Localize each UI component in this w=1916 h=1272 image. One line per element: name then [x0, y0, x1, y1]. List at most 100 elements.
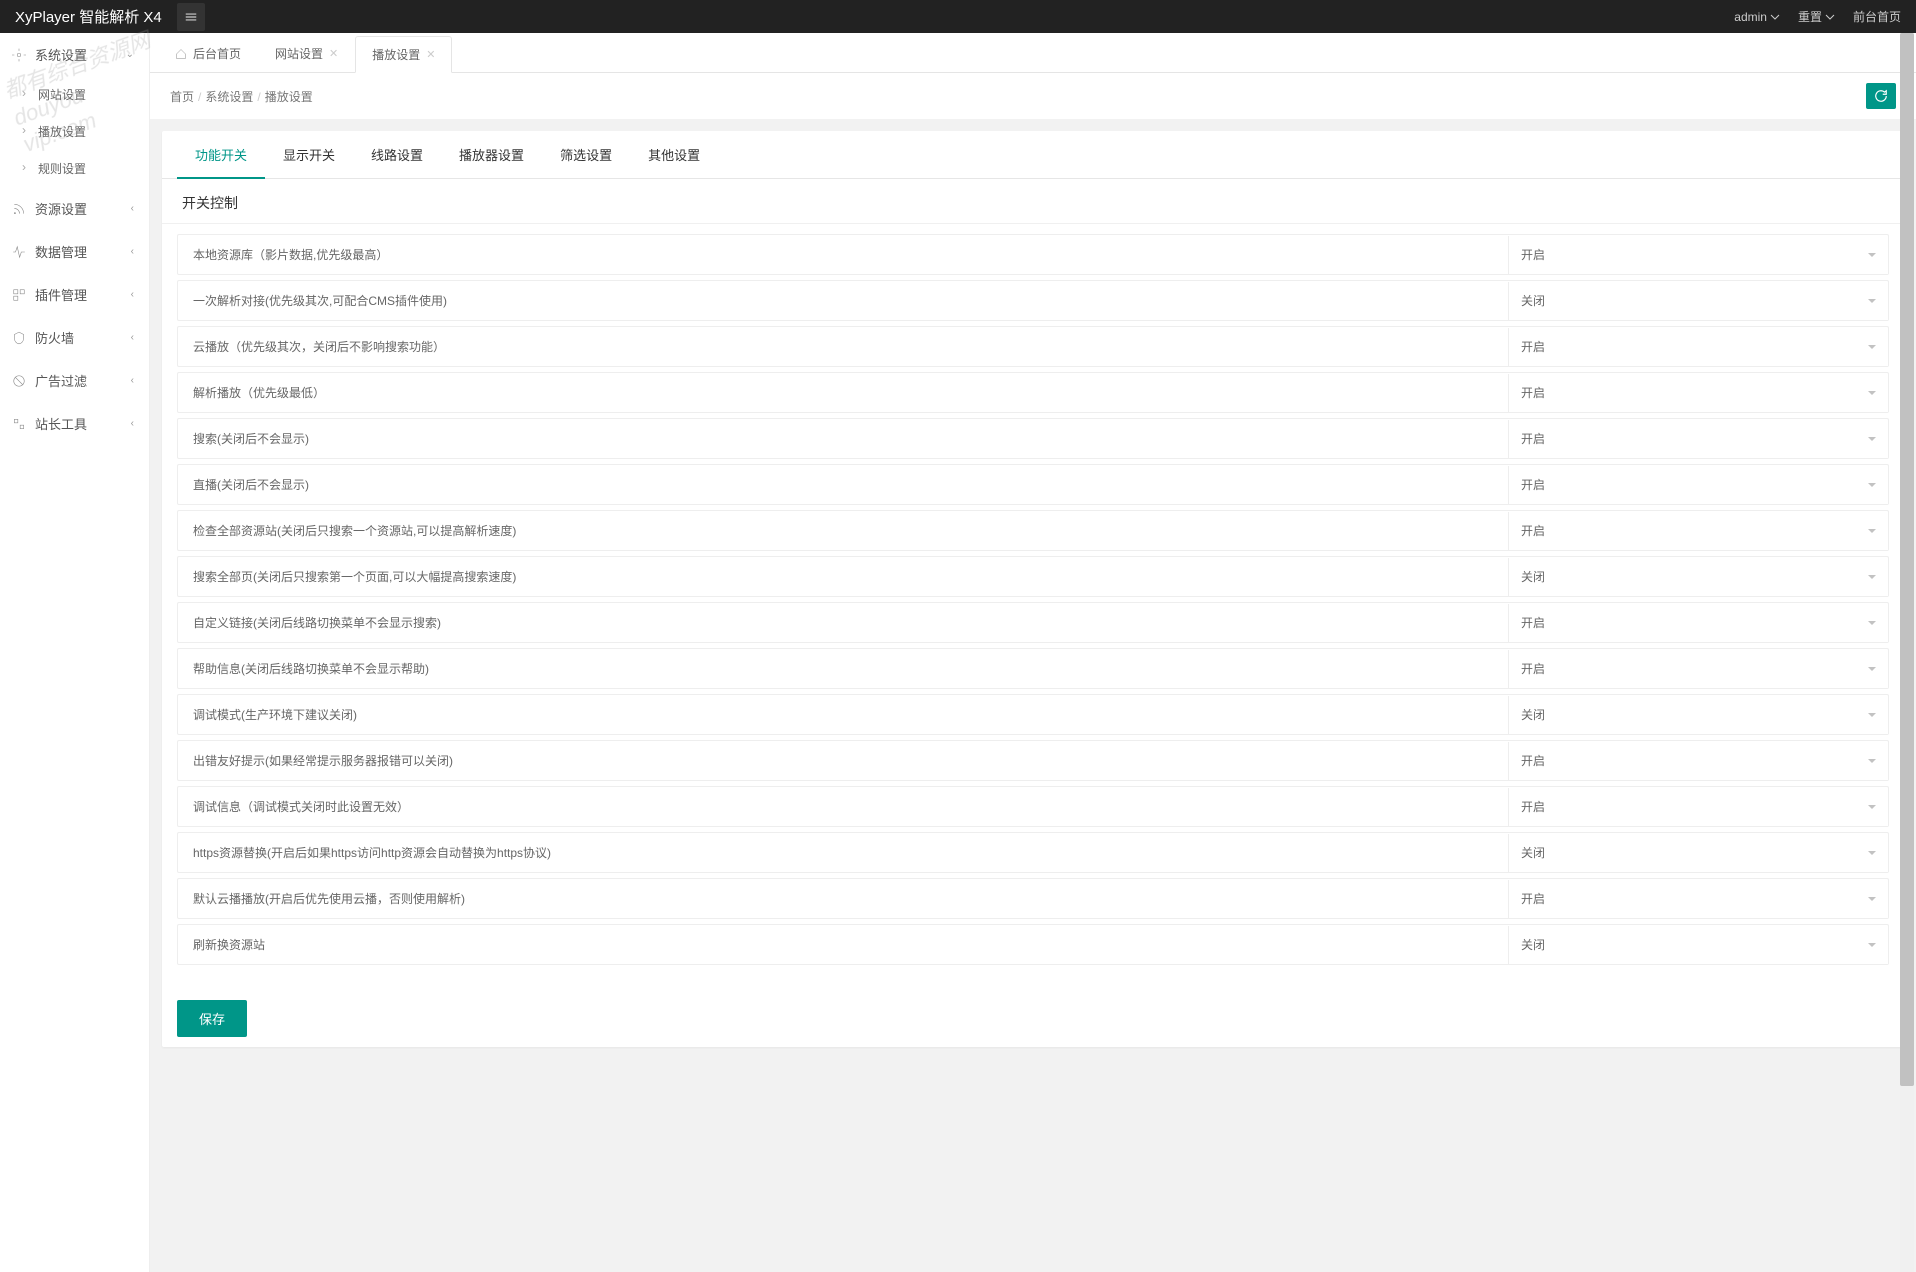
inner-tab-switch[interactable]: 功能开关	[177, 131, 265, 178]
settings-card: 功能开关 显示开关 线路设置 播放器设置 筛选设置 其他设置 开关控制 本地资源…	[162, 131, 1904, 1047]
sidebar-item-system[interactable]: 系统设置⌄	[0, 33, 149, 76]
setting-select[interactable]: 开启关闭	[1509, 926, 1888, 964]
setting-label: 搜索(关闭后不会显示)	[178, 419, 1508, 458]
shield-icon	[12, 331, 26, 345]
activity-icon	[12, 245, 26, 259]
setting-row: 解析播放（优先级最低）开启关闭	[177, 372, 1889, 413]
gear-icon	[12, 48, 26, 62]
app-header: XyPlayer 智能解析 X4 admin 重置 前台首页	[0, 0, 1916, 33]
chevron-down-icon: ⌄	[126, 49, 134, 60]
setting-label: 直播(关闭后不会显示)	[178, 465, 1508, 504]
setting-row: 搜索(关闭后不会显示)开启关闭	[177, 418, 1889, 459]
scrollbar[interactable]	[1900, 33, 1914, 1272]
sidebar-item-firewall[interactable]: 防火墙‹	[0, 316, 149, 359]
setting-row: 一次解析对接(优先级其次,可配合CMS插件使用)开启关闭	[177, 280, 1889, 321]
app-logo: XyPlayer 智能解析 X4	[15, 6, 162, 27]
inner-tab-filter[interactable]: 筛选设置	[542, 131, 630, 178]
ban-icon	[12, 374, 26, 388]
sidebar-item-tools[interactable]: 站长工具‹	[0, 402, 149, 445]
setting-select[interactable]: 开启关闭	[1509, 558, 1888, 596]
inner-tabs: 功能开关 显示开关 线路设置 播放器设置 筛选设置 其他设置	[162, 131, 1904, 179]
chevron-left-icon: ‹	[131, 289, 134, 300]
setting-row: 帮助信息(关闭后线路切换菜单不会显示帮助)开启关闭	[177, 648, 1889, 689]
user-menu[interactable]: admin	[1734, 8, 1780, 25]
tools-icon	[12, 417, 26, 431]
page-tabs: 后台首页 网站设置✕ 播放设置✕	[150, 33, 1916, 73]
setting-select[interactable]: 开启关闭	[1509, 420, 1888, 458]
tab-play-settings[interactable]: 播放设置✕	[355, 36, 452, 73]
setting-label: 出错友好提示(如果经常提示服务器报错可以关闭)	[178, 741, 1508, 780]
breadcrumb-section[interactable]: 系统设置	[205, 90, 253, 104]
setting-select[interactable]: 开启关闭	[1509, 512, 1888, 550]
setting-select[interactable]: 开启关闭	[1509, 466, 1888, 504]
scrollbar-thumb[interactable]	[1900, 33, 1914, 1086]
close-icon[interactable]: ✕	[426, 48, 435, 61]
chevron-left-icon: ‹	[131, 375, 134, 386]
save-button[interactable]: 保存	[177, 1000, 247, 1037]
breadcrumb-home[interactable]: 首页	[170, 90, 194, 104]
sidebar-item-plugin[interactable]: 插件管理‹	[0, 273, 149, 316]
sidebar: 系统设置⌄ 网站设置 播放设置 规则设置 资源设置‹ 数据管理‹ 插件管理‹ 防…	[0, 33, 150, 1272]
setting-select[interactable]: 开启关闭	[1509, 880, 1888, 918]
setting-row: 调试信息（调试模式关闭时此设置无效）开启关闭	[177, 786, 1889, 827]
setting-label: https资源替换(开启后如果https访问http资源会自动替换为https协…	[178, 833, 1508, 872]
chevron-left-icon: ‹	[131, 203, 134, 214]
setting-select[interactable]: 开启关闭	[1509, 328, 1888, 366]
setting-select[interactable]: 开启关闭	[1509, 788, 1888, 826]
breadcrumb: 首页/系统设置/播放设置	[170, 88, 313, 105]
chevron-down-icon	[1770, 12, 1780, 22]
breadcrumb-current: 播放设置	[265, 90, 313, 104]
setting-select[interactable]: 开启关闭	[1509, 742, 1888, 780]
refresh-button[interactable]	[1866, 83, 1896, 109]
setting-row: 本地资源库（影片数据,优先级最高）开启关闭	[177, 234, 1889, 275]
inner-tab-display[interactable]: 显示开关	[265, 131, 353, 178]
setting-label: 自定义链接(关闭后线路切换菜单不会显示搜索)	[178, 603, 1508, 642]
setting-label: 解析播放（优先级最低）	[178, 373, 1508, 412]
sidebar-sub-rules[interactable]: 规则设置	[0, 150, 149, 187]
setting-label: 帮助信息(关闭后线路切换菜单不会显示帮助)	[178, 649, 1508, 688]
reset-menu[interactable]: 重置	[1798, 8, 1835, 25]
setting-label: 一次解析对接(优先级其次,可配合CMS插件使用)	[178, 281, 1508, 320]
tab-site-settings[interactable]: 网站设置✕	[258, 35, 355, 72]
setting-row: 云播放（优先级其次，关闭后不影响搜索功能）开启关闭	[177, 326, 1889, 367]
setting-label: 刷新换资源站	[178, 925, 1508, 964]
sidebar-item-data[interactable]: 数据管理‹	[0, 230, 149, 273]
setting-row: 检查全部资源站(关闭后只搜索一个资源站,可以提高解析速度)开启关闭	[177, 510, 1889, 551]
tab-dashboard[interactable]: 后台首页	[158, 35, 258, 72]
chevron-left-icon: ‹	[131, 418, 134, 429]
setting-row: 自定义链接(关闭后线路切换菜单不会显示搜索)开启关闭	[177, 602, 1889, 643]
frontend-link[interactable]: 前台首页	[1853, 8, 1901, 25]
close-icon[interactable]: ✕	[329, 47, 338, 60]
inner-tab-other[interactable]: 其他设置	[630, 131, 718, 178]
setting-row: 刷新换资源站开启关闭	[177, 924, 1889, 965]
setting-label: 检查全部资源站(关闭后只搜索一个资源站,可以提高解析速度)	[178, 511, 1508, 550]
sidebar-toggle[interactable]	[177, 3, 205, 31]
setting-select[interactable]: 开启关闭	[1509, 696, 1888, 734]
chevron-left-icon: ‹	[131, 246, 134, 257]
rss-icon	[12, 202, 26, 216]
setting-label: 调试信息（调试模式关闭时此设置无效）	[178, 787, 1508, 826]
setting-select[interactable]: 开启关闭	[1509, 650, 1888, 688]
setting-row: 搜索全部页(关闭后只搜索第一个页面,可以大幅提高搜索速度)开启关闭	[177, 556, 1889, 597]
inner-tab-player[interactable]: 播放器设置	[441, 131, 542, 178]
setting-select[interactable]: 开启关闭	[1509, 282, 1888, 320]
setting-select[interactable]: 开启关闭	[1509, 604, 1888, 642]
setting-label: 本地资源库（影片数据,优先级最高）	[178, 235, 1508, 274]
sidebar-item-adfilter[interactable]: 广告过滤‹	[0, 359, 149, 402]
inner-tab-lines[interactable]: 线路设置	[353, 131, 441, 178]
menu-icon	[184, 10, 198, 24]
sidebar-item-resource[interactable]: 资源设置‹	[0, 187, 149, 230]
setting-select[interactable]: 开启关闭	[1509, 374, 1888, 412]
home-icon	[175, 48, 187, 60]
setting-label: 调试模式(生产环境下建议关闭)	[178, 695, 1508, 734]
sidebar-sub-site[interactable]: 网站设置	[0, 76, 149, 113]
setting-select[interactable]: 开启关闭	[1509, 834, 1888, 872]
setting-select[interactable]: 开启关闭	[1509, 236, 1888, 274]
setting-row: 出错友好提示(如果经常提示服务器报错可以关闭)开启关闭	[177, 740, 1889, 781]
sidebar-sub-play[interactable]: 播放设置	[0, 113, 149, 150]
setting-label: 默认云播播放(开启后优先使用云播，否则使用解析)	[178, 879, 1508, 918]
setting-row: 直播(关闭后不会显示)开启关闭	[177, 464, 1889, 505]
setting-label: 搜索全部页(关闭后只搜索第一个页面,可以大幅提高搜索速度)	[178, 557, 1508, 596]
chevron-left-icon: ‹	[131, 332, 134, 343]
setting-row: 默认云播播放(开启后优先使用云播，否则使用解析)开启关闭	[177, 878, 1889, 919]
